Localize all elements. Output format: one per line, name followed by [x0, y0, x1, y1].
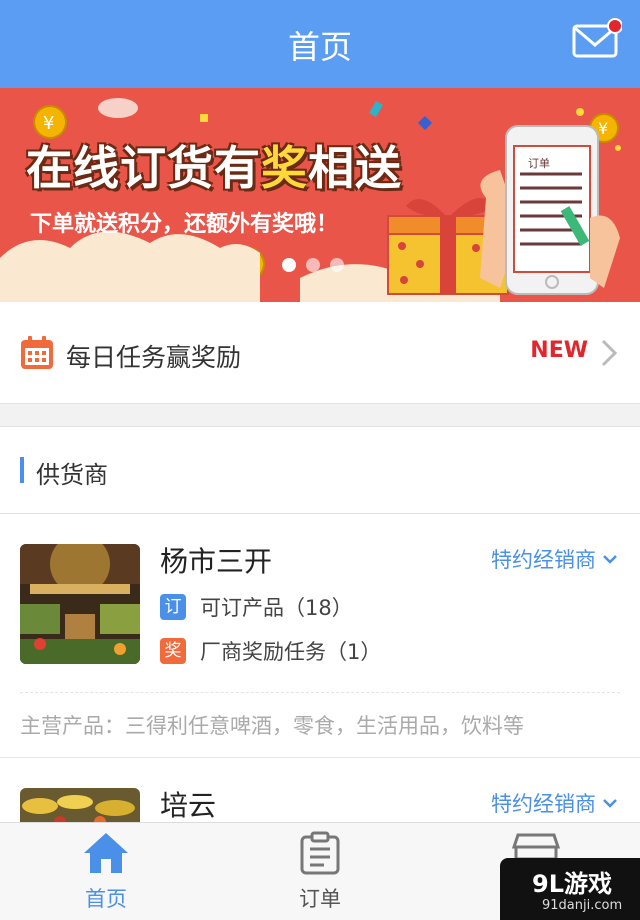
supplier-card[interactable]: 培云 特约经销商 [0, 758, 640, 828]
tab-home[interactable]: 首页 [46, 831, 166, 913]
box-icon [511, 833, 561, 861]
svg-text:¥: ¥ [43, 113, 54, 134]
home-icon [84, 833, 128, 873]
orderable-products-row[interactable]: 订 可订产品（18） [160, 592, 353, 622]
orderable-products-text: 可订产品（18） [200, 596, 353, 620]
store-photo-image [20, 544, 140, 664]
calendar-icon [21, 336, 53, 369]
card-divider [20, 692, 620, 693]
distributor-tag-label: 特约经销商 [491, 548, 596, 572]
reward-tasks-text: 厂商奖励任务（1） [200, 640, 382, 664]
supplier-name: 杨市三开 [160, 545, 273, 578]
distributor-tag-label: 特约经销商 [491, 792, 596, 816]
watermark-logo: 9L游戏 [532, 870, 612, 898]
tab-orders-label: 订单 [299, 887, 341, 911]
supplier-section-header: 供货商 [0, 426, 640, 514]
chevron-down-icon [603, 555, 617, 564]
distributor-dropdown[interactable]: 特约经销商 [491, 544, 618, 574]
chevron-right-icon [601, 339, 618, 367]
svg-text:¥: ¥ [598, 119, 608, 138]
main-products-description: 主营产品：三得利任意啤酒，零食，生活用品，饮料等 [20, 714, 524, 738]
section-accent-bar [20, 457, 24, 483]
new-badge: NEW [530, 338, 588, 363]
unread-dot [607, 18, 623, 34]
header-bar: 首页 [0, 0, 640, 88]
supplier-thumbnail [20, 544, 140, 664]
tab-home-label: 首页 [85, 887, 127, 911]
banner-headline: 在线订货有奖相送 [26, 141, 402, 195]
daily-task-label: 每日任务赢奖励 [66, 343, 242, 372]
chevron-down-icon [603, 799, 617, 808]
page-title: 首页 [287, 28, 352, 66]
carousel-dot[interactable] [330, 258, 344, 272]
order-badge: 订 [160, 594, 186, 620]
svg-text:订单: 订单 [528, 157, 550, 170]
carousel-indicator [282, 258, 344, 272]
daily-task-row[interactable]: 每日任务赢奖励 NEW [0, 302, 640, 404]
distributor-dropdown[interactable]: 特约经销商 [491, 788, 618, 818]
mail-button[interactable] [572, 18, 623, 64]
clipboard-icon [300, 831, 340, 875]
reward-badge: 奖 [160, 638, 186, 664]
phone-illustration [480, 125, 620, 295]
carousel-dot[interactable] [306, 258, 320, 272]
section-title: 供货商 [36, 461, 108, 489]
carousel-dot[interactable] [282, 258, 296, 272]
reward-tasks-row[interactable]: 奖 厂商奖励任务（1） [160, 636, 381, 666]
supplier-card[interactable]: 杨市三开 特约经销商 订 可订产品（18） 奖 厂商奖励任务（1） 主营产品：三… [0, 514, 640, 758]
supplier-name: 培云 [160, 789, 217, 822]
tab-orders[interactable]: 订单 [260, 831, 380, 913]
watermark-url: 91danji.com [542, 898, 623, 913]
site-watermark: 9L游戏 91danji.com [500, 858, 640, 920]
phone-screen-title: 订单 [528, 157, 550, 170]
banner-subtitle: 下单就送积分，还额外有奖哦！ [30, 212, 339, 237]
mail-icon [572, 18, 623, 58]
